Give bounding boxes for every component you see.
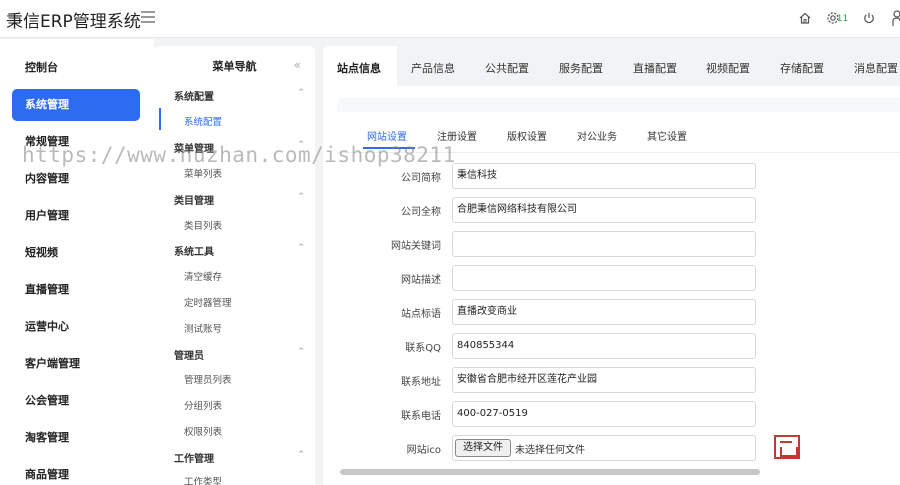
notification-count: 11	[836, 14, 849, 24]
sidebar-item-general[interactable]: 常规管理	[12, 126, 140, 158]
chevron-up-icon: ⌃	[297, 243, 305, 253]
subtab-copyright[interactable]: 版权设置	[507, 128, 547, 143]
submenu-group-work[interactable]: 工作管理 ⌃	[174, 450, 315, 465]
subtab-register[interactable]: 注册设置	[437, 128, 477, 143]
settings-icon[interactable]: 11	[824, 8, 850, 28]
subtab-other[interactable]: 其它设置	[647, 128, 687, 143]
company-full-input[interactable]: 合肥秉信网络科技有限公司	[452, 197, 756, 223]
submenu-panel: 菜单导航 « 系统配置 ⌃ 系统配置 菜单管理 ⌃ 菜单列表 类目管理 ⌃ 类目…	[154, 46, 315, 485]
submenu-item-work-type[interactable]: 工作类型	[184, 474, 222, 485]
user-icon[interactable]	[890, 8, 900, 28]
contact-qq-input[interactable]: 840855344	[452, 333, 756, 359]
submenu-item-test-account[interactable]: 测试账号	[184, 321, 222, 335]
horizontal-scrollbar[interactable]	[340, 469, 760, 475]
sidebar-item-guild[interactable]: 公会管理	[12, 385, 140, 417]
site-ico-preview	[774, 435, 800, 459]
sidebar-item-operations[interactable]: 运营中心	[12, 311, 140, 343]
company-short-label: 公司简称	[401, 173, 441, 184]
site-description-input[interactable]	[452, 265, 756, 291]
submenu-item-admin-list[interactable]: 管理员列表	[184, 372, 232, 386]
contact-phone-input[interactable]: 400-027-0519	[452, 401, 756, 427]
tab-storage-config[interactable]: 存储配置	[780, 60, 824, 76]
submenu-item-clear-cache[interactable]: 清空缓存	[184, 269, 222, 283]
site-ico-label: 网站ico	[406, 445, 441, 456]
sidebar-item-dashboard[interactable]: 控制台	[12, 52, 140, 84]
sidebar-item-client[interactable]: 客户端管理	[12, 348, 140, 380]
subtab-corporate[interactable]: 对公业务	[577, 128, 617, 143]
settings-form: 网站设置 注册设置 版权设置 对公业务 其它设置 公司简称 秉信科技 公司全称 …	[337, 112, 900, 485]
tab-public-config[interactable]: 公共配置	[485, 60, 529, 76]
submenu-item-system-config[interactable]: 系统配置	[184, 114, 222, 128]
company-short-input[interactable]: 秉信科技	[452, 163, 756, 189]
tab-product-info[interactable]: 产品信息	[411, 60, 455, 76]
tab-service-config[interactable]: 服务配置	[559, 60, 603, 76]
config-tabs: 站点信息 产品信息 公共配置 服务配置 直播配置 视频配置 存储配置 消息配置	[323, 46, 900, 86]
submenu-item-permission-list[interactable]: 权限列表	[184, 424, 222, 438]
subtab-website[interactable]: 网站设置	[367, 128, 407, 143]
submenu-group-system-config[interactable]: 系统配置 ⌃	[174, 88, 315, 103]
subtab-divider	[337, 152, 900, 153]
header-actions: 11	[786, 8, 900, 28]
file-status: 未选择任何文件	[515, 445, 585, 456]
company-full-label: 公司全称	[401, 207, 441, 218]
chevron-up-icon: ⌃	[297, 450, 305, 460]
active-indicator	[159, 108, 161, 130]
power-icon[interactable]	[858, 8, 880, 28]
sidebar-item-live[interactable]: 直播管理	[12, 274, 140, 306]
tab-video-config[interactable]: 视频配置	[706, 60, 750, 76]
contact-address-label: 联系地址	[401, 377, 441, 388]
subtab-active-line	[363, 147, 415, 149]
submenu-group-admin[interactable]: 管理员 ⌃	[174, 347, 315, 362]
home-icon[interactable]	[794, 8, 816, 28]
submenu-item-menu-list[interactable]: 菜单列表	[184, 166, 222, 180]
chevron-up-icon: ⌃	[297, 88, 305, 98]
site-slogan-input[interactable]: 直播改变商业	[452, 299, 756, 325]
sidebar-item-content[interactable]: 内容管理	[12, 163, 140, 195]
app-title: 秉信ERP管理系统	[6, 12, 141, 32]
submenu-group-menu[interactable]: 菜单管理 ⌃	[174, 140, 315, 155]
choose-file-button[interactable]: 选择文件	[455, 439, 511, 457]
site-keywords-input[interactable]	[452, 231, 756, 257]
sidebar-item-short-video[interactable]: 短视频	[12, 237, 140, 269]
sidebar-item-users[interactable]: 用户管理	[12, 200, 140, 232]
submenu-group-tools[interactable]: 系统工具 ⌃	[174, 243, 315, 258]
tab-live-config[interactable]: 直播配置	[633, 60, 677, 76]
chevron-up-icon: ⌃	[297, 192, 305, 202]
collapse-left-icon[interactable]: «	[294, 59, 301, 71]
contact-qq-label: 联系QQ	[405, 343, 441, 354]
content-area: 网站设置 注册设置 版权设置 对公业务 其它设置 公司简称 秉信科技 公司全称 …	[337, 98, 900, 485]
sidebar-item-taoke[interactable]: 淘客管理	[12, 422, 140, 454]
top-header: 秉信ERP管理系统 11	[0, 0, 900, 38]
submenu-title: 菜单导航	[212, 60, 257, 73]
chevron-up-icon: ⌃	[297, 347, 305, 357]
site-description-label: 网站描述	[401, 275, 441, 286]
contact-address-input[interactable]: 安徽省合肥市经开区莲花产业园	[452, 367, 756, 393]
menu-toggle-icon[interactable]	[141, 11, 155, 23]
sidebar-item-goods[interactable]: 商品管理	[12, 459, 140, 485]
submenu-item-category-list[interactable]: 类目列表	[184, 218, 222, 232]
submenu-group-category[interactable]: 类目管理 ⌃	[174, 192, 315, 207]
sidebar-item-system[interactable]: 系统管理	[12, 89, 140, 121]
contact-phone-label: 联系电话	[401, 411, 441, 422]
submenu-item-group-list[interactable]: 分组列表	[184, 398, 222, 412]
site-slogan-label: 站点标语	[401, 309, 441, 320]
main-sidebar: 控制台 系统管理 常规管理 内容管理 用户管理 短视频 直播管理 运营中心 客户…	[0, 39, 154, 485]
main-panel: 站点信息 产品信息 公共配置 服务配置 直播配置 视频配置 存储配置 消息配置 …	[323, 46, 900, 485]
site-keywords-label: 网站关键词	[391, 241, 441, 252]
tab-message-config[interactable]: 消息配置	[854, 60, 898, 76]
chevron-up-icon: ⌃	[297, 140, 305, 150]
submenu-item-timer[interactable]: 定时器管理	[184, 295, 232, 309]
tab-site-info[interactable]: 站点信息	[337, 60, 381, 76]
